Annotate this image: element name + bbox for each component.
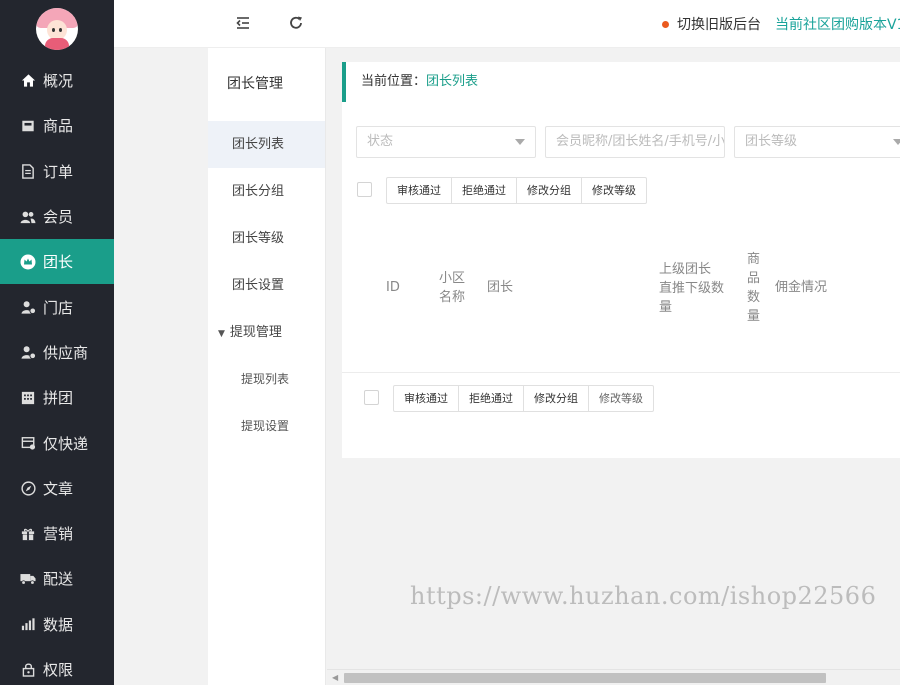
sidebar-item-2[interactable]: 订单 bbox=[0, 149, 114, 194]
switch-old-admin-label: 切换旧版后台 bbox=[677, 17, 761, 33]
change-level-button[interactable]: 修改等级 bbox=[582, 178, 646, 203]
crown-icon bbox=[20, 254, 36, 270]
horizontal-scrollbar[interactable]: ◀ bbox=[327, 669, 900, 685]
subnav-item-leader-level[interactable]: 团长等级 bbox=[208, 215, 325, 262]
change-level-button[interactable]: 修改等级 bbox=[589, 386, 653, 411]
main-sidebar: 概况商品订单会员团长门店供应商拼团仅快递文章营销配送数据权限 bbox=[0, 0, 114, 685]
express-icon bbox=[20, 435, 36, 451]
breadcrumb: 当前位置：团长列表 bbox=[342, 62, 900, 102]
top-bar: 切换旧版后台 当前社区团购版本V14 bbox=[114, 0, 900, 48]
lock-icon bbox=[20, 662, 36, 678]
status-select-placeholder: 状态 bbox=[367, 134, 394, 149]
batch-actions-top: 审核通过 拒绝通过 修改分组 修改等级 bbox=[386, 177, 647, 204]
sidebar-item-6[interactable]: 供应商 bbox=[0, 330, 114, 375]
sidebar-item-9[interactable]: 文章 bbox=[0, 466, 114, 511]
change-group-button[interactable]: 修改分组 bbox=[524, 386, 589, 411]
reject-button[interactable]: 拒绝通过 bbox=[452, 178, 517, 203]
select-all-checkbox-bottom[interactable] bbox=[364, 390, 379, 405]
sidebar-item-label: 概况 bbox=[43, 72, 74, 91]
sidebar-item-11[interactable]: 配送 bbox=[0, 556, 114, 601]
batch-actions-bottom: 审核通过 拒绝通过 修改分组 修改等级 bbox=[393, 385, 654, 412]
order-document-icon bbox=[20, 163, 36, 179]
approve-button[interactable]: 审核通过 bbox=[394, 386, 459, 411]
approve-button[interactable]: 审核通过 bbox=[387, 178, 452, 203]
sidebar-item-label: 供应商 bbox=[43, 343, 89, 362]
sidebar-item-label: 配送 bbox=[43, 570, 74, 589]
supplier-user-icon bbox=[20, 344, 36, 360]
search-input[interactable]: 会员昵称/团长姓名/手机号/小 bbox=[545, 126, 725, 158]
sidebar-item-1[interactable]: 商品 bbox=[0, 103, 114, 148]
goods-icon bbox=[20, 118, 36, 134]
home-icon bbox=[20, 73, 36, 89]
sidebar-item-label: 数据 bbox=[43, 615, 74, 634]
sidebar-item-3[interactable]: 会员 bbox=[0, 194, 114, 239]
sidebar-item-label: 文章 bbox=[43, 479, 74, 498]
subnav-item-leader-group[interactable]: 团长分组 bbox=[208, 168, 325, 215]
members-icon bbox=[20, 209, 36, 225]
sidebar-item-12[interactable]: 数据 bbox=[0, 602, 114, 647]
logo[interactable] bbox=[0, 0, 114, 58]
search-input-placeholder: 会员昵称/团长姓名/手机号/小 bbox=[556, 134, 725, 149]
subnav-item-leader-settings[interactable]: 团长设置 bbox=[208, 262, 325, 309]
version-label: 当前社区团购版本V14 bbox=[775, 17, 900, 33]
sidebar-item-label: 门店 bbox=[43, 298, 74, 317]
scrollbar-thumb[interactable] bbox=[344, 673, 826, 683]
column-header-goods-count: 商 品 数 量 bbox=[747, 252, 761, 324]
caret-down-icon: ▼ bbox=[218, 329, 225, 339]
scroll-left-arrow-icon[interactable]: ◀ bbox=[332, 673, 338, 682]
sidebar-item-13[interactable]: 权限 bbox=[0, 647, 114, 685]
sidebar-item-label: 营销 bbox=[43, 525, 74, 544]
level-select-placeholder: 团长等级 bbox=[745, 134, 798, 149]
switch-old-admin-link[interactable]: 切换旧版后台 bbox=[662, 14, 761, 34]
column-header-commission: 佣金情况 bbox=[775, 280, 828, 295]
truck-icon bbox=[20, 571, 36, 587]
subnav-item-leader-list[interactable]: 团长列表 bbox=[208, 121, 325, 168]
column-header-id: ID bbox=[386, 280, 400, 295]
sidebar-item-label: 拼团 bbox=[43, 389, 74, 408]
sidebar-item-8[interactable]: 仅快递 bbox=[0, 420, 114, 465]
sidebar-item-label: 会员 bbox=[43, 208, 74, 227]
sidebar-item-label: 仅快递 bbox=[43, 434, 89, 453]
table-divider bbox=[342, 372, 900, 373]
column-header-parent-leader: 上级团长 直推下级数 量 bbox=[659, 262, 725, 315]
subnav-item-withdraw-settings[interactable]: 提现设置 bbox=[208, 403, 325, 450]
anime-girl-avatar-icon bbox=[36, 8, 78, 50]
refresh-icon[interactable] bbox=[287, 14, 305, 32]
sidebar-item-label: 团长 bbox=[43, 253, 74, 272]
sidebar-item-0[interactable]: 概况 bbox=[0, 58, 114, 103]
select-all-checkbox-top[interactable] bbox=[357, 182, 372, 197]
chevron-down-icon bbox=[893, 139, 900, 145]
sidebar-item-10[interactable]: 营销 bbox=[0, 511, 114, 556]
compass-icon bbox=[20, 480, 36, 496]
level-select[interactable]: 团长等级 bbox=[734, 126, 900, 158]
sidebar-item-4[interactable]: 团长 bbox=[0, 239, 114, 285]
breadcrumb-prefix: 当前位置： bbox=[361, 74, 427, 89]
main-content-panel: 当前位置：团长列表 状态 会员昵称/团长姓名/手机号/小 团长等级 审核通过 拒… bbox=[342, 62, 900, 458]
stats-icon bbox=[20, 616, 36, 632]
gift-icon bbox=[20, 526, 36, 542]
group-buy-grid-icon bbox=[20, 390, 36, 406]
subnav-folder-label: 提现管理 bbox=[229, 325, 282, 340]
sidebar-item-5[interactable]: 门店 bbox=[0, 284, 114, 329]
status-select[interactable]: 状态 bbox=[356, 126, 536, 158]
status-dot bbox=[662, 20, 669, 28]
watermark-text: https://www.huzhan.com/ishop22566 bbox=[410, 582, 877, 610]
subnav-group-title: 团长管理 bbox=[227, 76, 283, 92]
secondary-sidebar: 团长管理 团长列表 团长分组 团长等级 团长设置 ▼ 提现管理 提现列表 提现设置 bbox=[208, 48, 326, 685]
sidebar-item-label: 权限 bbox=[43, 661, 74, 679]
subnav-folder-withdraw[interactable]: ▼ 提现管理 bbox=[208, 309, 325, 356]
column-header-leader: 团长 bbox=[487, 280, 514, 295]
reject-button[interactable]: 拒绝通过 bbox=[459, 386, 524, 411]
breadcrumb-current-link[interactable]: 团长列表 bbox=[426, 74, 478, 89]
sidebar-item-7[interactable]: 拼团 bbox=[0, 375, 114, 420]
column-header-community-name: 小区 名称 bbox=[439, 271, 466, 305]
store-user-icon bbox=[20, 299, 36, 315]
chevron-down-icon bbox=[515, 139, 525, 145]
sidebar-item-label: 商品 bbox=[43, 117, 74, 136]
subnav-item-withdraw-list[interactable]: 提现列表 bbox=[208, 356, 325, 403]
menu-collapse-icon[interactable] bbox=[234, 14, 252, 32]
sidebar-item-label: 订单 bbox=[43, 162, 74, 181]
change-group-button[interactable]: 修改分组 bbox=[517, 178, 582, 203]
